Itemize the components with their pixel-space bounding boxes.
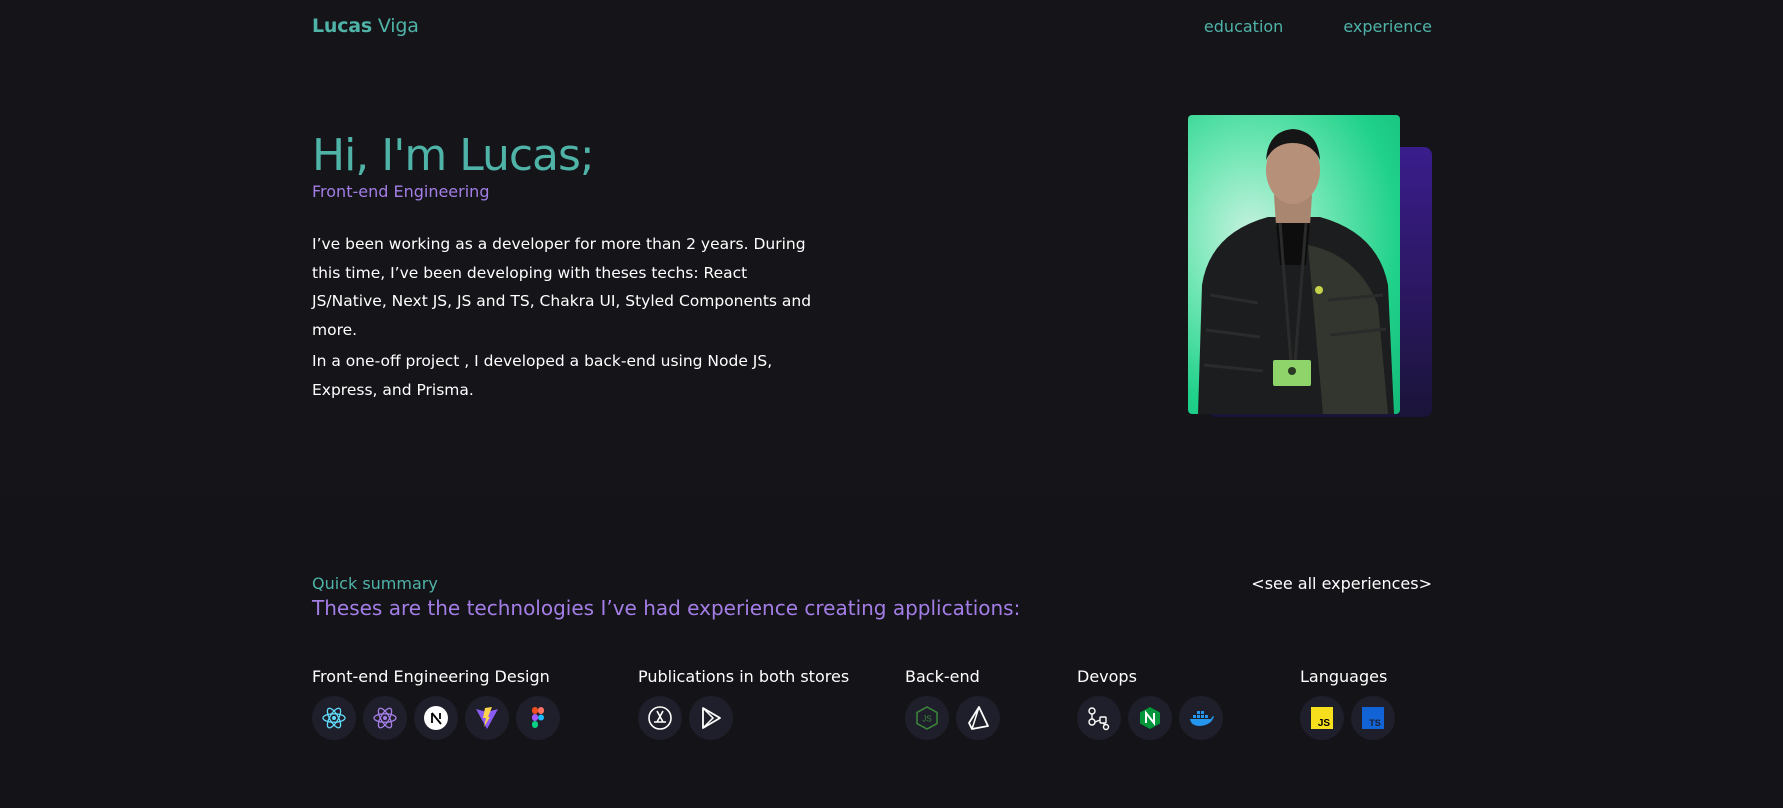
nav-link-experience[interactable]: experience	[1343, 17, 1432, 36]
tech-icons: JS TS	[1300, 696, 1395, 740]
app-store-icon[interactable]	[638, 696, 682, 740]
nextjs-icon[interactable]	[414, 696, 458, 740]
summary-title: Theses are the technologies I’ve had exp…	[312, 596, 1021, 620]
tech-group-title: Devops	[1077, 667, 1137, 686]
react-icon[interactable]	[312, 696, 356, 740]
tech-group-title: Publications in both stores	[638, 667, 850, 686]
tech-group-title: Languages	[1300, 667, 1388, 686]
nav-link-education[interactable]: education	[1204, 17, 1283, 36]
tech-group-stores: Publications in both stores	[638, 667, 849, 740]
svg-text:JS: JS	[1318, 718, 1331, 729]
tech-icons	[1077, 696, 1223, 740]
tech-icons	[638, 696, 849, 740]
logo[interactable]: Lucas Viga	[312, 15, 419, 37]
tech-group-backend: Back-end JS	[905, 667, 1000, 740]
hero-paragraph-experience: I’ve been working as a developer for mor…	[312, 235, 812, 339]
tech-group-title: Back-end	[905, 667, 980, 686]
hero-title: Hi, I'm Lucas;	[312, 130, 595, 181]
typescript-icon[interactable]: TS	[1351, 696, 1395, 740]
summary-label: Quick summary	[312, 574, 438, 593]
main-nav: education experience	[1204, 17, 1432, 36]
docker-icon[interactable]	[1179, 696, 1223, 740]
site-header: Lucas Viga education experience	[312, 0, 1432, 52]
git-actions-icon[interactable]	[1077, 696, 1121, 740]
see-all-experiences-link[interactable]: <see all experiences>	[1251, 574, 1432, 593]
figma-icon[interactable]	[516, 696, 560, 740]
javascript-icon[interactable]: JS	[1300, 696, 1344, 740]
logo-first-name: Lucas	[312, 15, 373, 37]
tech-icons: JS	[905, 696, 1000, 740]
vite-icon[interactable]	[465, 696, 509, 740]
google-play-icon[interactable]	[689, 696, 733, 740]
hero-section: Hi, I'm Lucas; Front-end Engineering I’v…	[0, 52, 1783, 495]
hero-paragraph-backend: In a one-off project , I developed a bac…	[312, 352, 773, 399]
svg-text:TS: TS	[1369, 718, 1381, 728]
tech-group-frontend: Front-end Engineering Design	[312, 667, 560, 740]
profile-photo	[1188, 115, 1400, 414]
tech-group-devops: Devops	[1077, 667, 1223, 740]
logo-last-name: Viga	[372, 15, 419, 37]
tech-group-languages: Languages JS TS	[1300, 667, 1395, 740]
tech-icons	[312, 696, 560, 740]
prisma-icon[interactable]	[956, 696, 1000, 740]
nodejs-icon[interactable]: JS	[905, 696, 949, 740]
react-native-icon[interactable]	[363, 696, 407, 740]
summary-section: Quick summary Theses are the technologie…	[0, 495, 1783, 808]
hero-subtitle: Front-end Engineering	[312, 182, 490, 201]
svg-text:JS: JS	[922, 715, 931, 724]
nginx-icon[interactable]	[1128, 696, 1172, 740]
tech-group-title: Front-end Engineering Design	[312, 667, 550, 686]
